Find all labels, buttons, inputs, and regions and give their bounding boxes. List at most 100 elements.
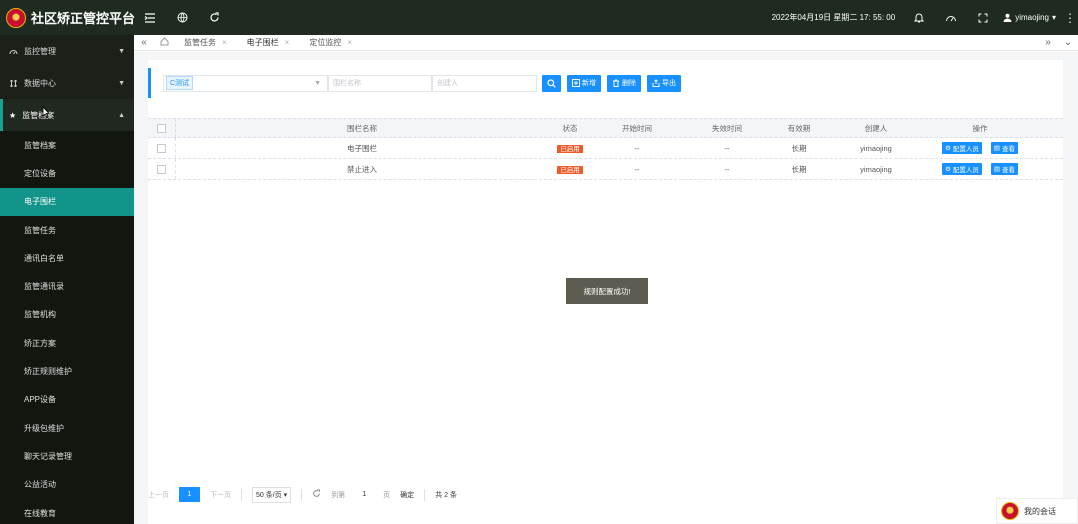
refresh-icon[interactable] [312, 489, 321, 500]
tab-tasks[interactable]: 监管任务 × [174, 35, 237, 51]
close-icon[interactable]: × [347, 38, 352, 47]
chat-widget[interactable]: 我的会话 [996, 498, 1078, 524]
brand: 社区矫正管控平台 [0, 0, 135, 35]
dashboard-gauge-icon[interactable] [935, 0, 967, 35]
sidebar-item-app-devices[interactable]: APP设备 [0, 386, 134, 414]
view-doc-icon: ▤ [993, 166, 1000, 173]
user-menu[interactable]: yimaojing ▾ [1003, 13, 1056, 22]
sidebar-item-activities[interactable]: 公益活动 [0, 471, 134, 499]
select-all-cell [148, 119, 176, 137]
fullscreen-icon[interactable] [967, 0, 999, 35]
cell-name: 电子围栏 [347, 143, 377, 153]
sidebar-item-contacts[interactable]: 监管通讯录 [0, 272, 134, 300]
home-icon[interactable] [154, 36, 174, 49]
status-badge: 已启用 [557, 166, 583, 174]
tabs-scroll-right-icon[interactable]: » [1038, 37, 1058, 48]
goto-confirm-button[interactable]: 确定 [400, 490, 414, 500]
top-header: 社区矫正管控平台 2022年04月19日 星期二 17: 55: 00 yima… [0, 0, 1078, 35]
sidebar: 监控管理 ▼ 数据中心 ▼ ★ 监管档案 ▲ 监管档案 定位设备 电子围栏 监管… [0, 35, 134, 524]
pagination: 上一页 1 下一页 50 条/页 ▾ 到第 页 确定 共 2 条 [148, 486, 457, 503]
tabs-menu-icon[interactable]: ⌄ [1058, 37, 1078, 48]
tabs-scroll-left-icon[interactable]: « [134, 37, 154, 48]
national-emblem-icon [6, 7, 26, 28]
chevron-down-icon: ▼ [314, 79, 321, 87]
export-icon [652, 79, 660, 87]
tab-label: 监管任务 [184, 38, 216, 47]
export-button[interactable]: 导出 [647, 74, 681, 92]
sidebar-item-rules[interactable]: 矫正规则维护 [0, 357, 134, 385]
region-select[interactable]: C测试 ▼ [163, 74, 328, 92]
refresh-icon[interactable] [198, 0, 230, 35]
view-label: 查看 [1001, 146, 1015, 153]
tab-fence[interactable]: 电子围栏 × [237, 35, 300, 51]
view-button[interactable]: ▤ 查看 [990, 142, 1018, 154]
add-label: 新增 [582, 80, 596, 87]
assign-people-button[interactable]: ⚙ 配置人员 [942, 163, 982, 175]
sidebar-item-chat-logs[interactable]: 聊天记录管理 [0, 442, 134, 470]
dashboard-icon [9, 49, 18, 54]
col-header-end: 失效时间 [712, 123, 742, 133]
next-page-button[interactable]: 下一页 [210, 490, 231, 500]
more-vertical-icon[interactable]: ⋮ [1062, 0, 1078, 35]
col-header-validity: 有效期 [787, 123, 811, 133]
bell-icon[interactable] [903, 0, 935, 35]
cell-status: 已启用 [548, 164, 592, 174]
trash-icon [613, 79, 619, 87]
search-button[interactable] [542, 74, 561, 92]
page-size-select[interactable]: 50 条/页 ▾ [252, 486, 292, 503]
prev-page-button[interactable]: 上一页 [148, 490, 169, 500]
sidebar-item-locator[interactable]: 定位设备 [0, 159, 134, 187]
sidebar-item-upgrade[interactable]: 升级包维护 [0, 414, 134, 442]
sidebar-group-supervision[interactable]: ★ 监管档案 ▲ [0, 99, 134, 131]
assign-people-button[interactable]: ⚙ 配置人员 [942, 142, 982, 154]
sidebar-item-tasks[interactable]: 监管任务 [0, 216, 134, 244]
row-select-cell [148, 159, 176, 179]
sidebar-item-fence[interactable]: 电子围栏 [0, 187, 134, 216]
goto-page-input[interactable] [355, 488, 374, 501]
cell-end: -- [724, 143, 730, 153]
sidebar-item-plans[interactable]: 矫正方案 [0, 329, 134, 357]
cell-start: -- [634, 164, 640, 174]
success-toast: 规则配置成功! [566, 278, 648, 304]
close-icon[interactable]: × [285, 38, 290, 47]
caret-down-icon: ▼ [118, 79, 125, 87]
globe-icon[interactable] [166, 0, 198, 35]
add-button[interactable]: 新增 [567, 74, 601, 92]
cell-name: 禁止进入 [347, 164, 377, 174]
tab-location[interactable]: 定位监控 × [299, 35, 362, 51]
gear-icon: ⚙ [945, 145, 951, 152]
table-header: 围栏名称 状态 开始时间 失效时间 有效期 创建人 操作 [148, 118, 1063, 138]
divider [301, 488, 303, 501]
view-button[interactable]: ▤ 查看 [990, 163, 1018, 175]
goto-prefix: 到第 [331, 491, 346, 499]
data-icon [10, 79, 17, 87]
row-checkbox[interactable] [157, 164, 166, 174]
delete-label: 删除 [622, 80, 636, 87]
cell-creator: yimaojing [860, 143, 892, 153]
sidebar-item-archive[interactable]: 监管档案 [0, 131, 134, 159]
creator-input[interactable] [432, 74, 537, 92]
sidebar-item-whitelist[interactable]: 通讯白名单 [0, 244, 134, 272]
national-emblem-icon [1001, 502, 1019, 520]
cell-status: 已启用 [548, 143, 592, 153]
menu-toggle-icon[interactable] [134, 0, 166, 35]
fence-name-input[interactable] [328, 74, 432, 92]
page-size-value: 50 条/页 [256, 491, 282, 499]
sidebar-item-agencies[interactable]: 监管机构 [0, 301, 134, 329]
sidebar-group-label: 数据中心 [24, 78, 56, 88]
select-all-checkbox[interactable] [157, 123, 166, 133]
header-datetime: 2022年04月19日 星期二 17: 55: 00 [771, 13, 896, 22]
delete-button[interactable]: 删除 [607, 74, 641, 92]
cell-validity: 长期 [791, 164, 807, 174]
gear-icon: ⚙ [945, 166, 951, 173]
sidebar-group-data-center[interactable]: 数据中心 ▼ [0, 67, 134, 99]
chevron-down-icon: ▾ [283, 491, 288, 499]
row-checkbox[interactable] [157, 143, 166, 153]
sidebar-item-education[interactable]: 在线教育 [0, 499, 134, 524]
current-page-button[interactable]: 1 [179, 487, 200, 502]
star-icon: ★ [9, 110, 17, 120]
sidebar-group-monitor[interactable]: 监控管理 ▼ [0, 35, 134, 67]
row-select-cell [148, 138, 176, 158]
cell-end: -- [724, 164, 730, 174]
close-icon[interactable]: × [222, 38, 227, 47]
